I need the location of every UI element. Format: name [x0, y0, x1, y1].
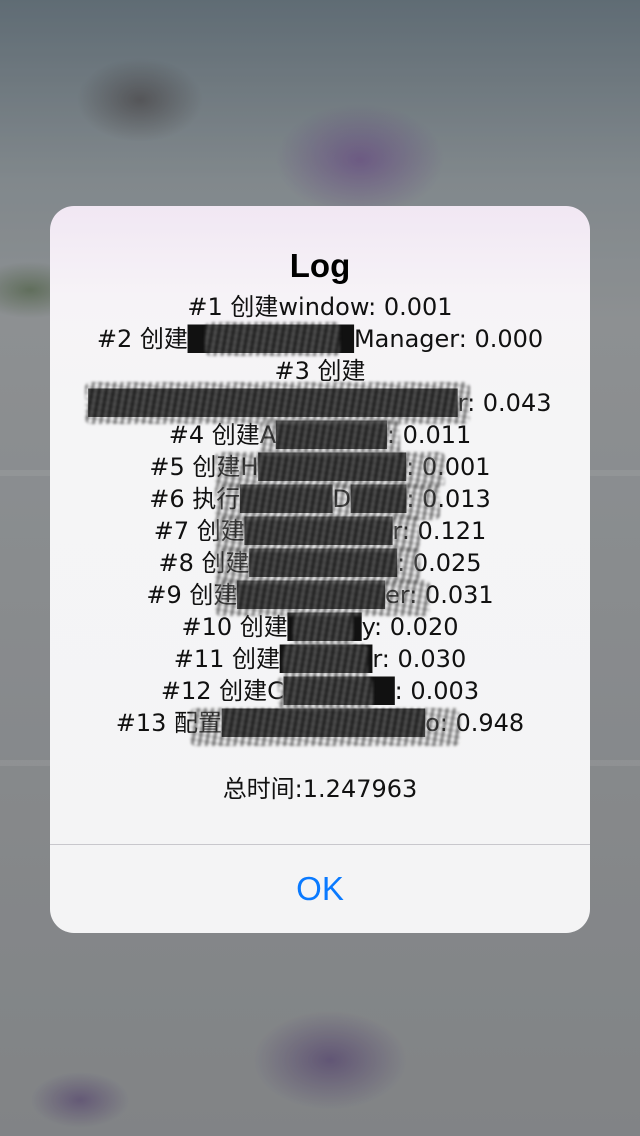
log-line: #5 创建H████████: 0.001 — [149, 453, 491, 481]
total-time-text: 总时间:1.247963 — [222, 775, 418, 803]
ok-button[interactable]: OK — [50, 845, 590, 933]
log-alert-dialog: Log #1 创建window: 0.001 #2 创建█████████Man… — [50, 206, 590, 933]
log-line: #7 创建████████r: 0.121 — [153, 517, 487, 545]
log-line: #11 创建█████r: 0.030 — [173, 645, 467, 673]
log-line: #6 执行█████D███: 0.013 — [149, 485, 491, 513]
log-line: #2 创建█████████Manager: 0.000 — [96, 325, 544, 353]
log-line: #13 配置███████████o: 0.948 — [115, 709, 525, 737]
log-line: #8 创建████████: 0.025 — [158, 549, 482, 577]
log-list: #1 创建window: 0.001 #2 创建█████████Manager… — [50, 291, 590, 739]
alert-title: Log — [289, 247, 351, 284]
log-line: ████████████████████r: 0.043 — [88, 389, 552, 417]
log-line: #12 创建C██████: 0.003 — [160, 677, 480, 705]
log-line: #4 创建A██████: 0.011 — [168, 421, 472, 449]
alert-body: Log #1 创建window: 0.001 #2 创建█████████Man… — [50, 206, 590, 844]
log-line: #1 创建window: 0.001 — [187, 293, 453, 321]
log-line: #9 创建████████er: 0.031 — [146, 581, 494, 609]
log-line: #10 创建████y: 0.020 — [181, 613, 459, 641]
log-line: #3 创建 — [274, 357, 366, 385]
